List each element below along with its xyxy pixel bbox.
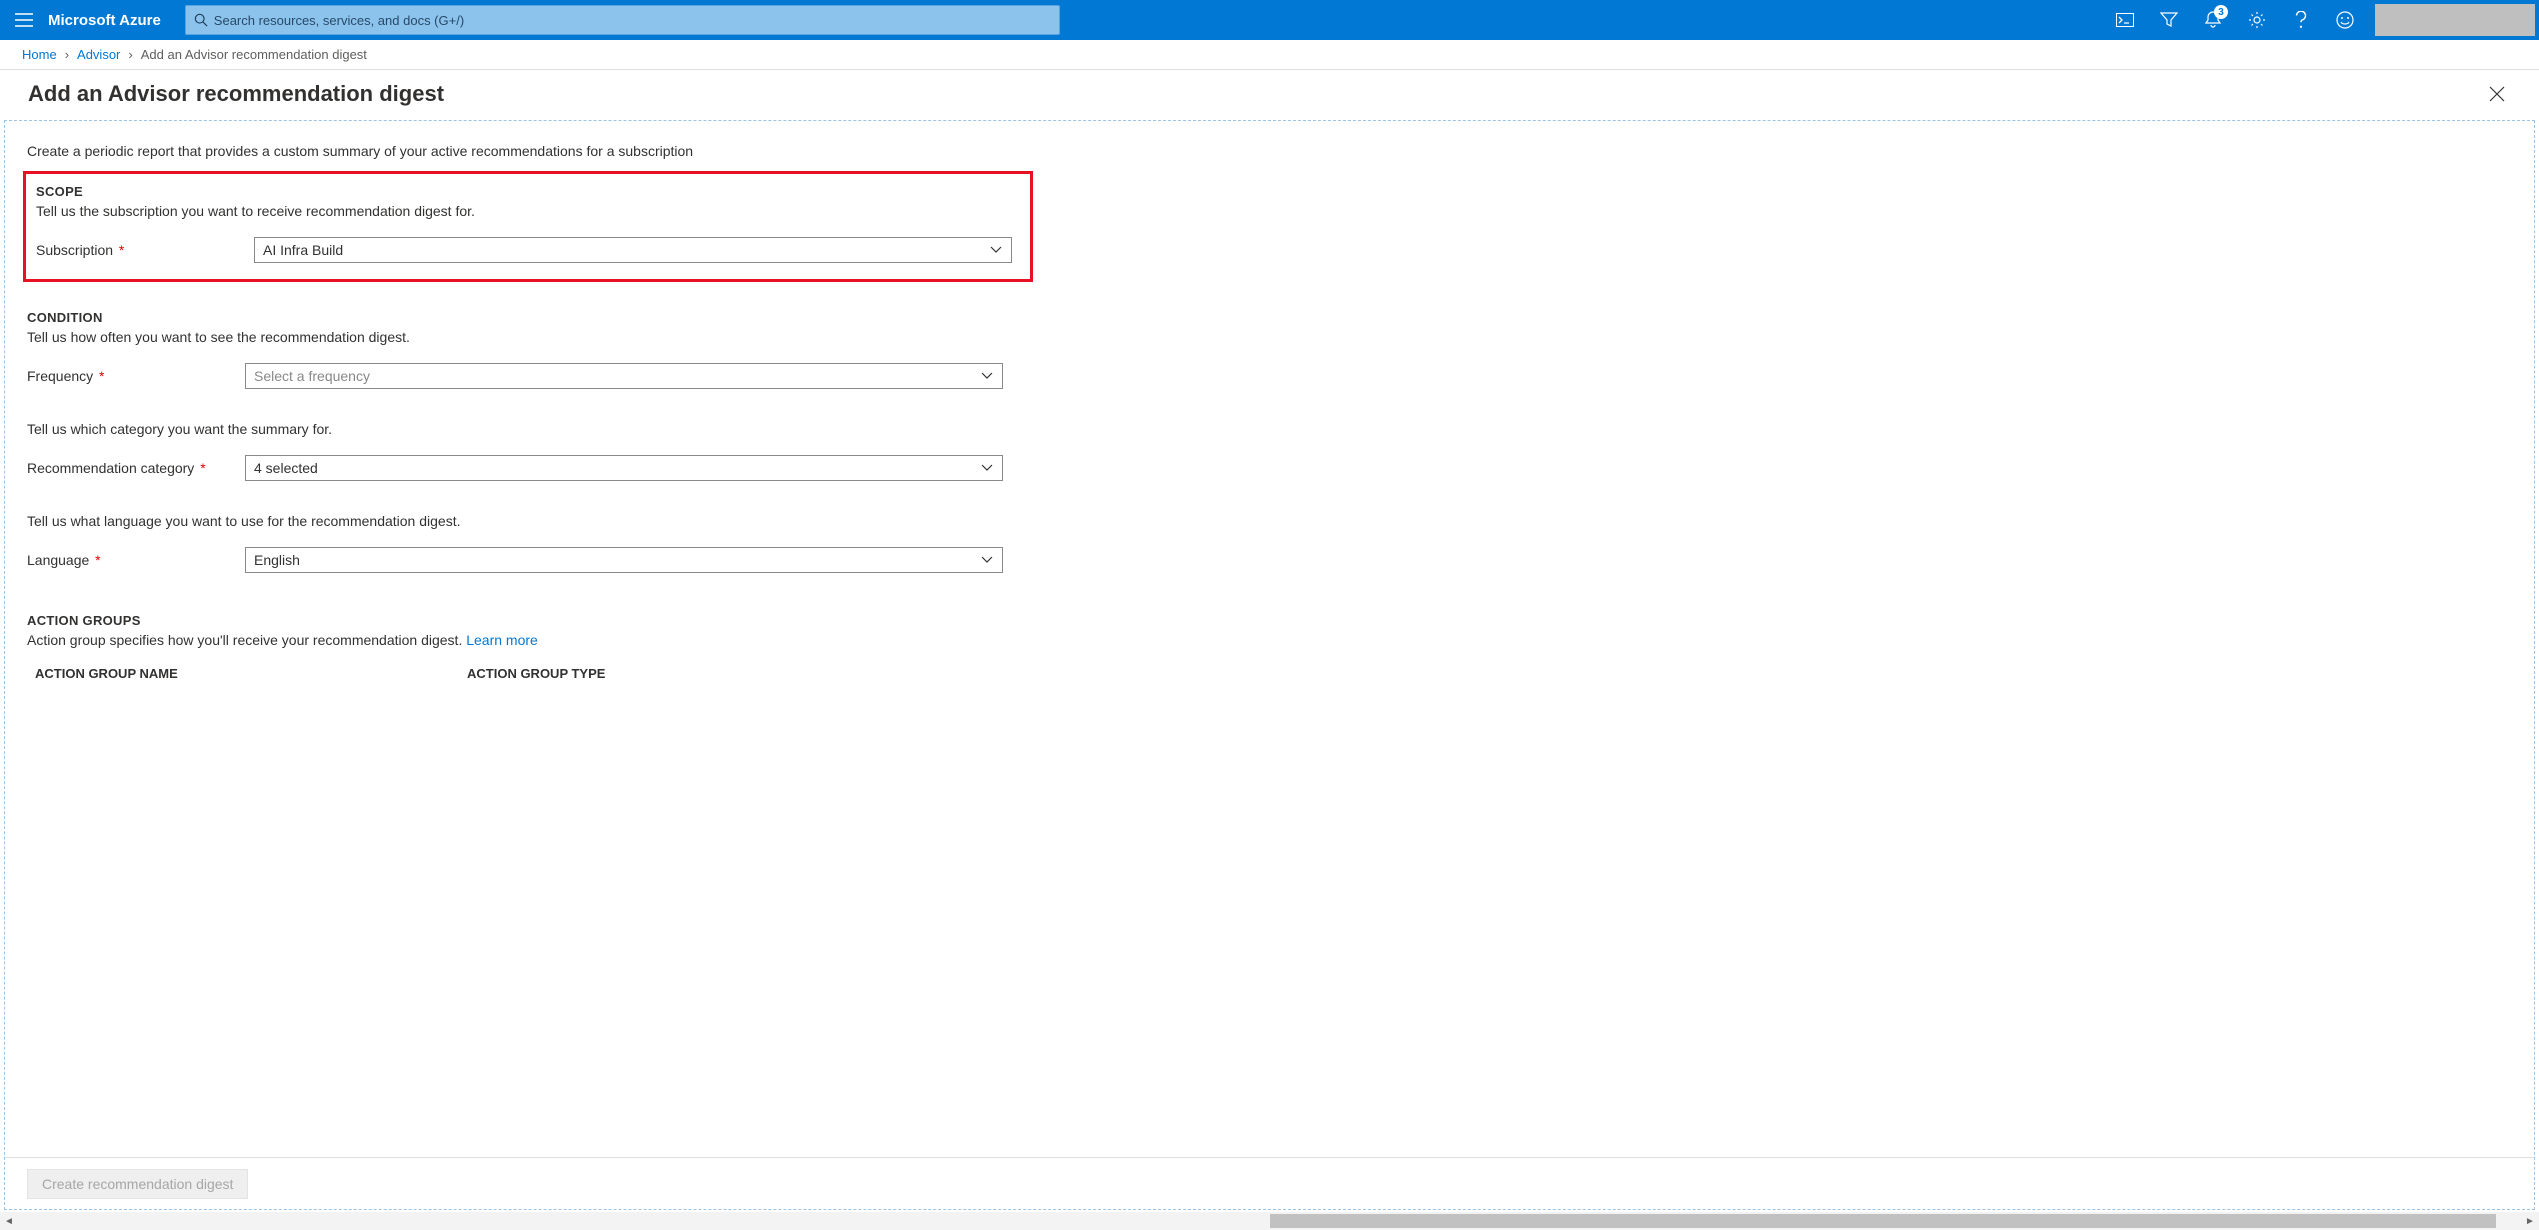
- scroll-left-arrow[interactable]: ◄: [0, 1212, 18, 1230]
- frequency-select[interactable]: Select a frequency: [245, 363, 1003, 389]
- condition-desc-freq: Tell us how often you want to see the re…: [27, 329, 2512, 345]
- brand-label[interactable]: Microsoft Azure: [48, 12, 161, 29]
- directory-filter-button[interactable]: [2147, 0, 2191, 40]
- action-groups-title: ACTION GROUPS: [27, 613, 2512, 628]
- global-search-input[interactable]: [214, 13, 1051, 28]
- scroll-track[interactable]: [18, 1212, 2521, 1230]
- close-icon: [2489, 86, 2505, 102]
- settings-button[interactable]: [2235, 0, 2279, 40]
- scope-section-highlight: SCOPE Tell us the subscription you want …: [23, 171, 1033, 282]
- learn-more-link[interactable]: Learn more: [466, 632, 538, 648]
- smiley-icon: [2336, 11, 2354, 29]
- scroll-thumb[interactable]: [1270, 1214, 2496, 1228]
- intro-text: Create a periodic report that provides a…: [27, 143, 2512, 159]
- footer-bar: Create recommendation digest: [5, 1157, 2534, 1209]
- action-groups-table-header: ACTION GROUP NAME ACTION GROUP TYPE: [27, 666, 2512, 681]
- required-marker: *: [196, 460, 205, 476]
- scope-title: SCOPE: [36, 184, 1020, 199]
- language-value: English: [254, 552, 300, 568]
- category-value: 4 selected: [254, 460, 318, 476]
- frequency-field-row: Frequency * Select a frequency: [27, 363, 2512, 389]
- required-marker: *: [91, 552, 100, 568]
- category-select[interactable]: 4 selected: [245, 455, 1003, 481]
- action-groups-desc-text: Action group specifies how you'll receiv…: [27, 632, 466, 648]
- scroll-right-arrow[interactable]: ►: [2521, 1212, 2539, 1230]
- breadcrumb-advisor[interactable]: Advisor: [77, 47, 120, 62]
- frequency-label: Frequency *: [27, 368, 245, 384]
- subscription-field-row: Subscription * AI Infra Build: [36, 237, 1020, 263]
- help-icon: [2293, 11, 2309, 29]
- chevron-right-icon: ›: [128, 47, 132, 62]
- category-label: Recommendation category *: [27, 460, 245, 476]
- language-field-row: Language * English: [27, 547, 2512, 573]
- global-search[interactable]: [185, 5, 1060, 35]
- breadcrumb-home[interactable]: Home: [22, 47, 57, 62]
- chevron-right-icon: ›: [65, 47, 69, 62]
- hamburger-menu-button[interactable]: [0, 0, 48, 40]
- account-panel[interactable]: [2375, 4, 2535, 36]
- condition-desc-cat: Tell us which category you want the summ…: [27, 421, 2512, 437]
- chevron-down-icon: [980, 368, 994, 385]
- chevron-down-icon: [989, 242, 1003, 259]
- subscription-label-text: Subscription: [36, 242, 113, 258]
- cloud-shell-icon: [2116, 13, 2134, 27]
- topbar-icons: 3: [2103, 0, 2539, 40]
- col-action-group-name: ACTION GROUP NAME: [27, 666, 467, 681]
- close-blade-button[interactable]: [2483, 80, 2511, 108]
- notification-badge: 3: [2214, 5, 2228, 19]
- action-groups-section: ACTION GROUPS Action group specifies how…: [27, 613, 2512, 681]
- subscription-value: AI Infra Build: [263, 242, 343, 258]
- condition-title: CONDITION: [27, 310, 2512, 325]
- create-recommendation-digest-button[interactable]: Create recommendation digest: [27, 1169, 248, 1199]
- subscription-select[interactable]: AI Infra Build: [254, 237, 1012, 263]
- scope-desc: Tell us the subscription you want to rec…: [36, 203, 1020, 219]
- action-groups-desc: Action group specifies how you'll receiv…: [27, 632, 2512, 648]
- language-select[interactable]: English: [245, 547, 1003, 573]
- feedback-button[interactable]: [2323, 0, 2367, 40]
- horizontal-scrollbar[interactable]: ◄ ►: [0, 1212, 2539, 1230]
- page-header: Add an Advisor recommendation digest: [0, 70, 2539, 120]
- notifications-button[interactable]: 3: [2191, 0, 2235, 40]
- frequency-placeholder: Select a frequency: [254, 368, 370, 384]
- gear-icon: [2248, 11, 2266, 29]
- language-label-text: Language: [27, 552, 89, 568]
- topbar: Microsoft Azure 3: [0, 0, 2539, 40]
- required-marker: *: [115, 242, 124, 258]
- condition-desc-lang: Tell us what language you want to use fo…: [27, 513, 2512, 529]
- category-label-text: Recommendation category: [27, 460, 194, 476]
- required-marker: *: [95, 368, 104, 384]
- breadcrumb: Home › Advisor › Add an Advisor recommen…: [0, 40, 2539, 70]
- subscription-label: Subscription *: [36, 242, 254, 258]
- hamburger-icon: [15, 13, 33, 27]
- chevron-down-icon: [980, 552, 994, 569]
- language-label: Language *: [27, 552, 245, 568]
- filter-icon: [2160, 12, 2178, 28]
- chevron-down-icon: [980, 460, 994, 477]
- search-icon: [194, 13, 208, 27]
- content-panel: Create a periodic report that provides a…: [4, 120, 2535, 1210]
- condition-section: CONDITION Tell us how often you want to …: [27, 310, 2512, 573]
- breadcrumb-current: Add an Advisor recommendation digest: [141, 47, 367, 62]
- content-scroll[interactable]: Create a periodic report that provides a…: [5, 121, 2534, 1209]
- col-action-group-type: ACTION GROUP TYPE: [467, 666, 2512, 681]
- help-button[interactable]: [2279, 0, 2323, 40]
- page-title: Add an Advisor recommendation digest: [28, 81, 2483, 107]
- category-field-row: Recommendation category * 4 selected: [27, 455, 2512, 481]
- cloud-shell-button[interactable]: [2103, 0, 2147, 40]
- frequency-label-text: Frequency: [27, 368, 93, 384]
